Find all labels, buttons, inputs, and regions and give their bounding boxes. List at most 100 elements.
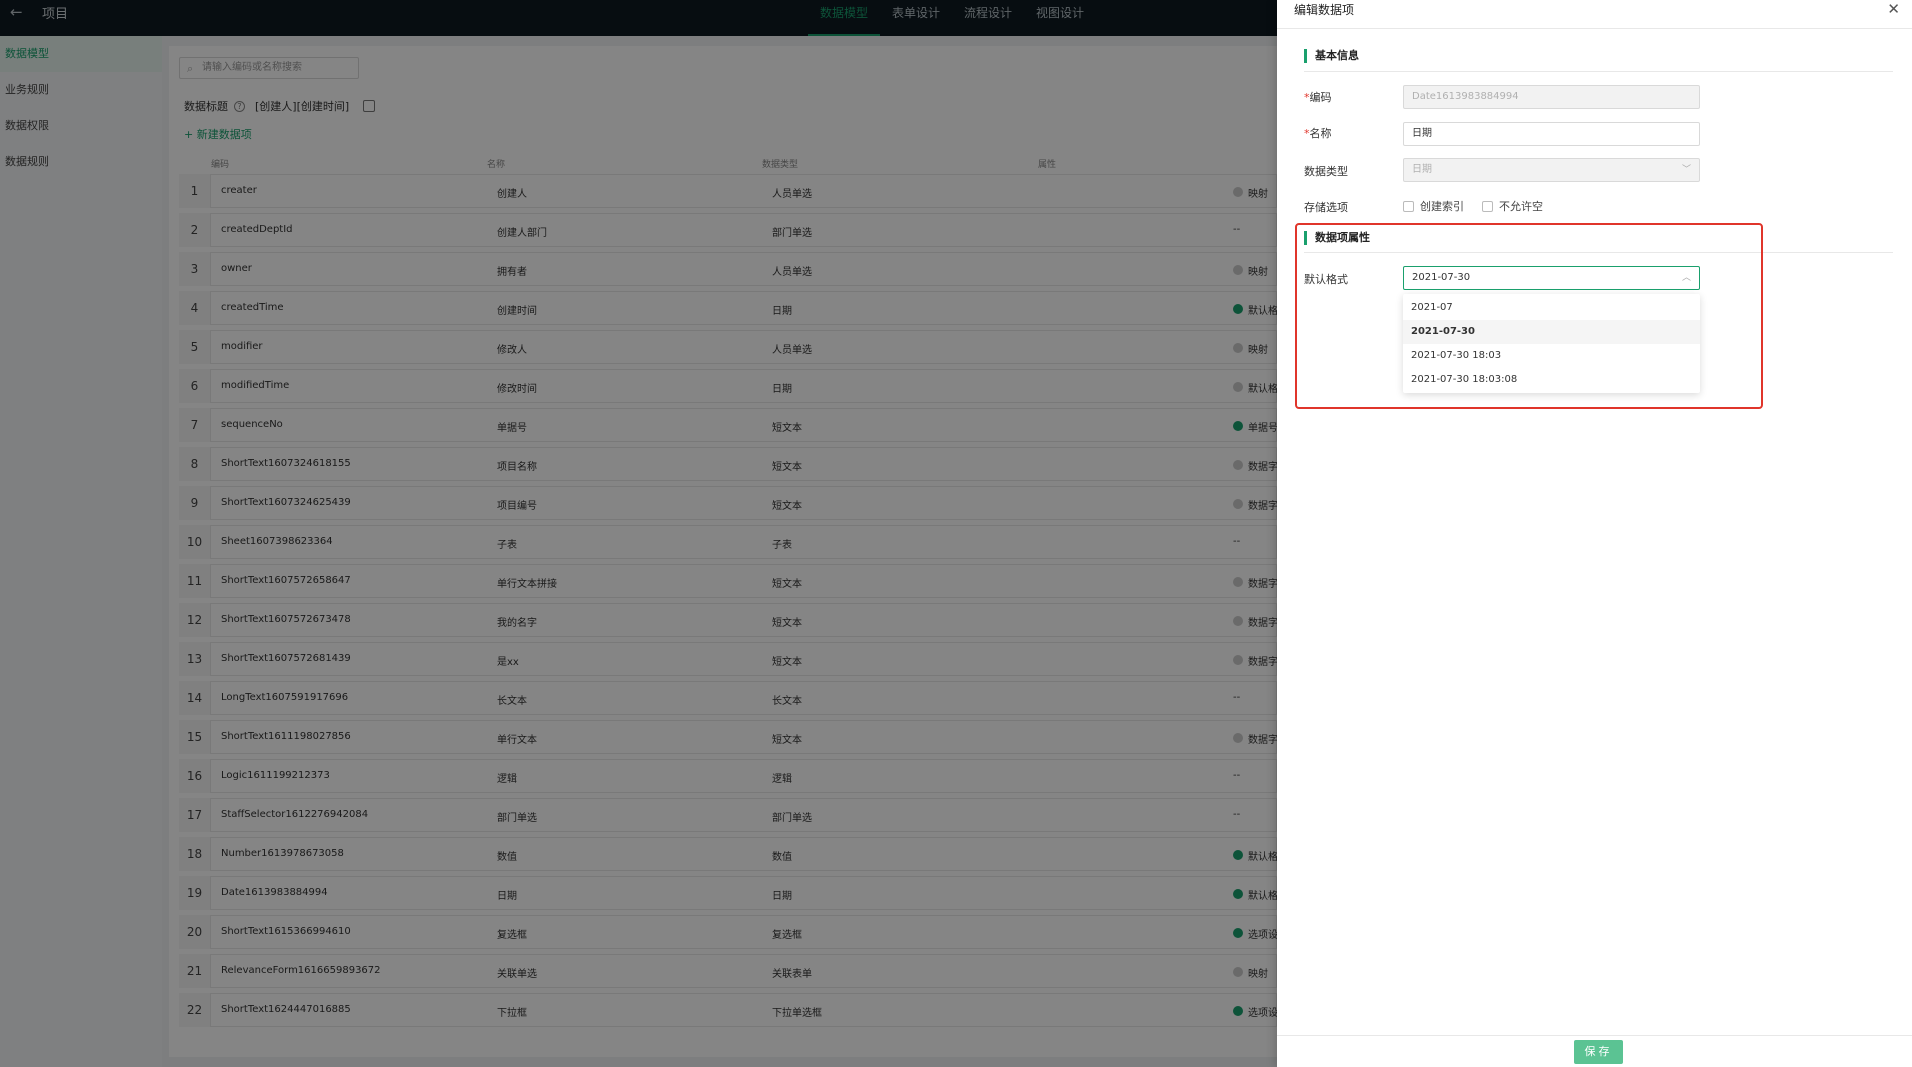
data-type-select[interactable]: 日期 ﹀ bbox=[1403, 158, 1700, 182]
tab-3[interactable]: 视图设计 bbox=[1024, 0, 1096, 36]
row-code: modifier bbox=[221, 341, 263, 352]
table-row[interactable]: 21 RelevanceForm1616659893672 关联单选 关联表单 映射 bbox=[179, 953, 1277, 992]
search-input[interactable]: ⌕ 请输入编码或名称搜索 bbox=[179, 57, 359, 79]
sidebar-item-1[interactable]: 业务规则 bbox=[0, 72, 162, 108]
help-icon[interactable]: ? bbox=[234, 100, 245, 112]
table-row[interactable]: 22 ShortText1624447016885 下拉框 下拉单选框 选项设 bbox=[179, 992, 1277, 1031]
row-code: Date1613983884994 bbox=[221, 887, 328, 898]
status-dot-icon bbox=[1233, 187, 1243, 197]
top-tabs: 数据模型 表单设计 流程设计 视图设计 bbox=[808, 0, 1096, 36]
table-row[interactable]: 6 modifiedTime 修改时间 日期 默认格 bbox=[179, 368, 1277, 407]
table-row[interactable]: 13 ShortText1607572681439 是xx 短文本 数据字 bbox=[179, 641, 1277, 680]
row-type: 短文本 bbox=[772, 657, 802, 668]
row-name: 日期 bbox=[497, 891, 517, 902]
table-row[interactable]: 19 Date1613983884994 日期 日期 默认格 bbox=[179, 875, 1277, 914]
table-row[interactable]: 8 ShortText1607324618155 项目名称 短文本 数据字 bbox=[179, 446, 1277, 485]
chevron-down-icon: ﹀ bbox=[1681, 165, 1691, 175]
section-basic-info: 基本信息 bbox=[1304, 49, 1359, 63]
table-row[interactable]: 14 LongText1607591917696 长文本 长文本 -- bbox=[179, 680, 1277, 719]
table-row[interactable]: 7 sequenceNo 单据号 短文本 单据号 bbox=[179, 407, 1277, 446]
table-row[interactable]: 20 ShortText1615366994610 复选框 复选框 选项设 bbox=[179, 914, 1277, 953]
table-row[interactable]: 9 ShortText1607324625439 项目编号 短文本 数据字 bbox=[179, 485, 1277, 524]
save-button[interactable]: 保存 bbox=[1574, 1040, 1623, 1064]
row-attr: 选项设 bbox=[1248, 1008, 1277, 1019]
table-row[interactable]: 5 modifier 修改人 人员单选 映射 bbox=[179, 329, 1277, 368]
row-code: creater bbox=[221, 185, 257, 196]
row-name: 修改时间 bbox=[497, 384, 537, 395]
type-label: 数据类型 bbox=[1304, 165, 1348, 178]
row-type: 部门单选 bbox=[772, 228, 812, 239]
row-code: ShortText1607324625439 bbox=[221, 497, 351, 508]
table-row[interactable]: 4 createdTime 创建时间 日期 默认格 bbox=[179, 290, 1277, 329]
status-dot-icon bbox=[1233, 577, 1243, 587]
table-row[interactable]: 11 ShortText1607572658647 单行文本拼接 短文本 数据字 bbox=[179, 563, 1277, 602]
data-items-table: 1 creater 创建人 人员单选 映射 2 createdDeptId 创建人部门 部门单选… bbox=[179, 173, 1277, 1031]
arrow-left-icon[interactable]: ← bbox=[10, 3, 23, 21]
row-type: 日期 bbox=[772, 306, 792, 317]
row-code: Sheet1607398623364 bbox=[221, 536, 333, 547]
table-row[interactable]: 1 creater 创建人 人员单选 映射 bbox=[179, 173, 1277, 212]
main-content: ⌕ 请输入编码或名称搜索 数据标题 ? [创建人][创建时间] + 新建数据项 … bbox=[162, 36, 1277, 1067]
row-code: createdTime bbox=[221, 302, 284, 313]
app-title: 项目 bbox=[42, 7, 69, 22]
status-dot-icon bbox=[1233, 421, 1243, 431]
row-background bbox=[179, 369, 1277, 403]
row-name: 单行文本 bbox=[497, 735, 537, 746]
row-attr: 映射 bbox=[1248, 267, 1268, 278]
row-background bbox=[179, 408, 1277, 442]
add-data-item-link[interactable]: + 新建数据项 bbox=[184, 126, 252, 142]
table-row[interactable]: 15 ShortText1611198027856 单行文本 短文本 数据字 bbox=[179, 719, 1277, 758]
table-row[interactable]: 3 owner 拥有者 人员单选 映射 bbox=[179, 251, 1277, 290]
row-code: modifiedTime bbox=[221, 380, 290, 391]
row-number: 1 bbox=[179, 174, 211, 208]
row-number: 8 bbox=[179, 447, 211, 481]
table-row[interactable]: 18 Number1613978673058 数值 数值 默认格 bbox=[179, 836, 1277, 875]
status-dot-icon bbox=[1233, 733, 1243, 743]
checkbox-icon bbox=[1482, 201, 1493, 212]
name-label: *名称 bbox=[1304, 127, 1332, 140]
row-attr: 选项设 bbox=[1248, 930, 1277, 941]
row-code: ShortText1607324618155 bbox=[221, 458, 351, 469]
drawer-title: 编辑数据项 bbox=[1294, 3, 1355, 17]
sidebar-item-0[interactable]: 数据模型 bbox=[0, 36, 162, 72]
row-code: ShortText1607572658647 bbox=[221, 575, 351, 586]
row-code: ShortText1624447016885 bbox=[221, 1004, 351, 1015]
row-code: Logic1611199212373 bbox=[221, 770, 330, 781]
data-model-panel: ⌕ 请输入编码或名称搜索 数据标题 ? [创建人][创建时间] + 新建数据项 … bbox=[169, 46, 1277, 1057]
search-icon: ⌕ bbox=[187, 62, 194, 75]
create-index-checkbox[interactable]: 创建索引 bbox=[1403, 198, 1464, 214]
row-attr: 数据字 bbox=[1248, 579, 1277, 590]
table-row[interactable]: 2 createdDeptId 创建人部门 部门单选 -- bbox=[179, 212, 1277, 251]
row-attr: -- bbox=[1233, 224, 1241, 235]
status-dot-icon bbox=[1233, 889, 1243, 899]
close-icon[interactable]: ✕ bbox=[1887, 0, 1900, 18]
row-type: 短文本 bbox=[772, 735, 802, 746]
tab-0[interactable]: 数据模型 bbox=[808, 0, 881, 36]
row-name: 逻辑 bbox=[497, 774, 517, 785]
edit-icon[interactable] bbox=[363, 100, 376, 112]
tab-1[interactable]: 表单设计 bbox=[880, 0, 952, 36]
not-null-checkbox[interactable]: 不允许空 bbox=[1482, 198, 1543, 214]
name-field[interactable]: 日期 bbox=[1403, 122, 1700, 146]
status-dot-icon bbox=[1233, 382, 1243, 392]
row-type: 逻辑 bbox=[772, 774, 792, 785]
column-header-name: 名称 bbox=[487, 160, 506, 170]
row-name: 拥有者 bbox=[497, 267, 527, 278]
table-row[interactable]: 17 StaffSelector1612276942084 部门单选 部门单选 -- bbox=[179, 797, 1277, 836]
row-number: 6 bbox=[179, 369, 211, 403]
table-row[interactable]: 16 Logic1611199212373 逻辑 逻辑 -- bbox=[179, 758, 1277, 797]
table-row[interactable]: 10 Sheet1607398623364 子表 子表 -- bbox=[179, 524, 1277, 563]
row-type: 部门单选 bbox=[772, 813, 812, 824]
code-field[interactable]: Date1613983884994 bbox=[1403, 85, 1700, 109]
row-number: 12 bbox=[179, 603, 211, 637]
row-type: 关联表单 bbox=[772, 969, 812, 980]
row-type: 短文本 bbox=[772, 501, 802, 512]
sidebar-item-3[interactable]: 数据规则 bbox=[0, 144, 162, 180]
divider bbox=[1277, 1035, 1912, 1036]
row-name: 修改人 bbox=[497, 345, 527, 356]
row-type: 人员单选 bbox=[772, 267, 812, 278]
tab-2[interactable]: 流程设计 bbox=[952, 0, 1024, 36]
row-background bbox=[179, 330, 1277, 364]
table-row[interactable]: 12 ShortText1607572673478 我的名字 短文本 数据字 bbox=[179, 602, 1277, 641]
sidebar-item-2[interactable]: 数据权限 bbox=[0, 108, 162, 144]
